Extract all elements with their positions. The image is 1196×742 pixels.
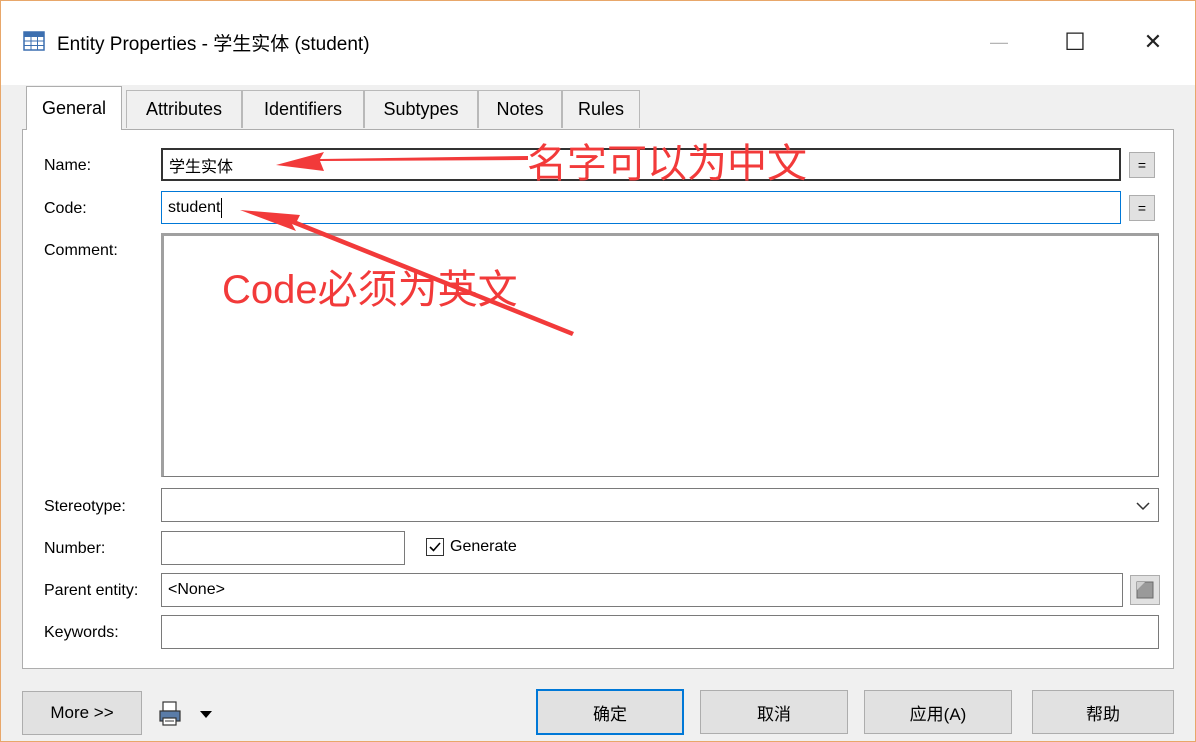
tab-general[interactable]: General: [26, 86, 122, 130]
code-value: student: [168, 198, 221, 216]
code-input[interactable]: student: [161, 191, 1121, 224]
code-name-equal-button[interactable]: =: [1129, 195, 1155, 221]
entity-properties-window: Entity Properties - 学生实体 (student) — ☐ ✕…: [0, 0, 1196, 742]
number-input[interactable]: [161, 531, 405, 565]
print-dropdown-button[interactable]: [159, 701, 215, 727]
more-button[interactable]: More >>: [22, 691, 142, 735]
code-label: Code:: [44, 200, 87, 217]
minimize-button[interactable]: —: [977, 25, 1021, 59]
keywords-label: Keywords:: [44, 624, 119, 641]
close-icon: ✕: [1143, 29, 1163, 54]
tab-rules[interactable]: Rules: [562, 90, 640, 128]
print-icon: [159, 701, 181, 726]
ok-button[interactable]: 确定: [536, 689, 684, 735]
stereotype-label: Stereotype:: [44, 498, 126, 515]
help-button[interactable]: 帮助: [1032, 690, 1174, 734]
tab-subtypes[interactable]: Subtypes: [364, 90, 478, 128]
minimize-icon: —: [990, 31, 1008, 52]
browse-icon: [1136, 581, 1154, 599]
chevron-down-icon[interactable]: [1136, 501, 1150, 511]
tab-identifiers[interactable]: Identifiers: [242, 90, 364, 128]
general-panel: Name: 学生实体 = Code: student = Comment: St…: [22, 129, 1174, 669]
tab-attributes[interactable]: Attributes: [126, 90, 242, 128]
generate-label: Generate: [450, 538, 517, 555]
name-label: Name:: [44, 157, 92, 174]
cancel-button[interactable]: 取消: [700, 690, 848, 734]
entity-table-icon: [23, 31, 45, 51]
code-annotation-text: Code必须为英文: [222, 268, 518, 312]
maximize-icon: ☐: [1064, 28, 1086, 56]
tab-notes[interactable]: Notes: [478, 90, 562, 128]
comment-label: Comment:: [44, 242, 118, 259]
title-bar[interactable]: Entity Properties - 学生实体 (student) — ☐ ✕: [1, 1, 1195, 85]
name-annotation-text: 名字可以为中文: [527, 142, 807, 186]
checkmark-icon: [429, 542, 441, 552]
parent-entity-input[interactable]: <None>: [161, 573, 1123, 607]
keywords-input[interactable]: [161, 615, 1159, 649]
parent-entity-label: Parent entity:: [44, 582, 139, 599]
number-label: Number:: [44, 540, 106, 557]
maximize-button[interactable]: ☐: [1053, 25, 1097, 59]
parent-entity-browse-button[interactable]: [1130, 575, 1160, 605]
stereotype-combobox[interactable]: [161, 488, 1159, 522]
window-title: Entity Properties - 学生实体 (student): [57, 34, 370, 55]
generate-checkbox[interactable]: [426, 538, 444, 556]
dropdown-arrow-icon: [200, 711, 212, 718]
apply-button[interactable]: 应用(A): [864, 690, 1012, 734]
close-button[interactable]: ✕: [1131, 25, 1175, 59]
name-code-equal-button[interactable]: =: [1129, 152, 1155, 178]
text-caret: [221, 197, 223, 218]
